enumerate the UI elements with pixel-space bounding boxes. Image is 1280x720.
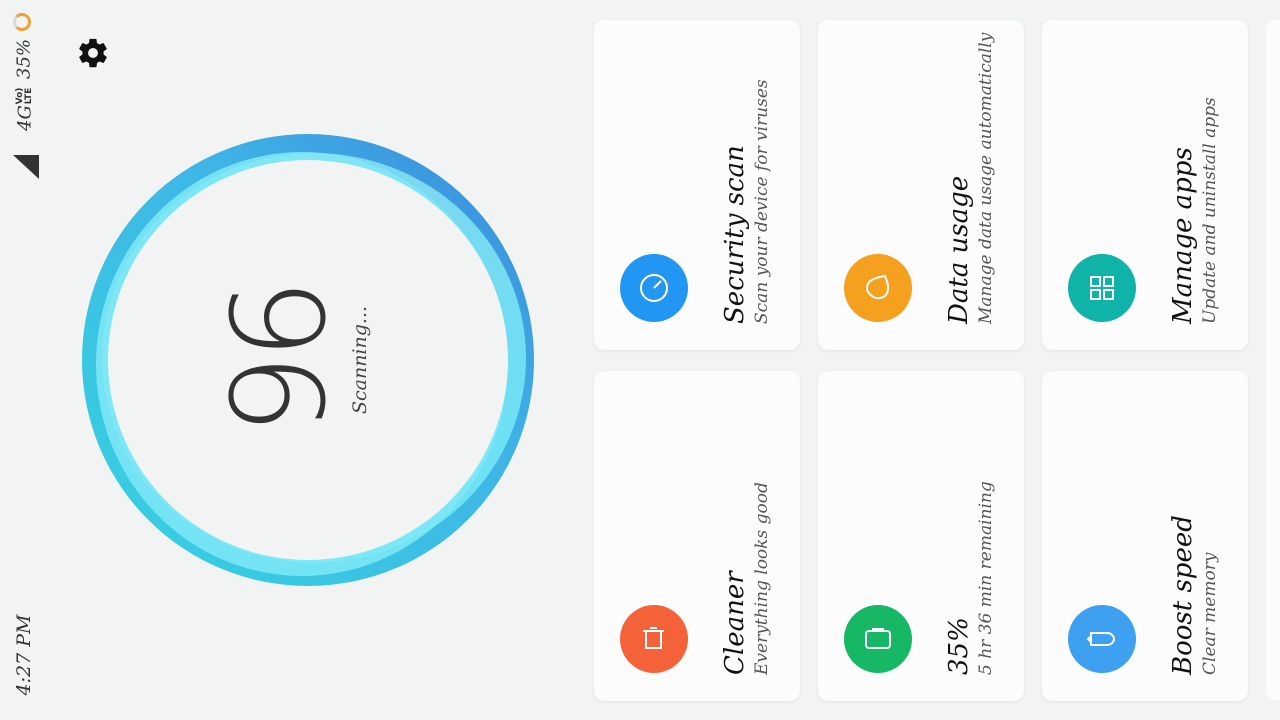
status-time: 4:27 PM xyxy=(13,614,35,696)
rocket-icon xyxy=(1068,605,1136,673)
manage-apps-card[interactable]: Manage apps Update and uninstall apps xyxy=(1042,20,1248,350)
security-scan-card[interactable]: Security scan Scan your device for virus… xyxy=(594,20,800,350)
gear-icon[interactable] xyxy=(76,36,110,70)
card-subtitle: Everything looks good xyxy=(752,482,772,675)
card-title: Boost speed xyxy=(1168,515,1198,675)
card-title: 35% xyxy=(944,617,974,675)
battery-card[interactable]: 35% 5 hr 36 min remaining xyxy=(818,371,1024,701)
card-subtitle: Scan your device for viruses xyxy=(752,79,772,324)
card-subtitle: 5 hr 36 min remaining xyxy=(976,481,996,675)
card-title: Cleaner xyxy=(720,571,750,675)
card-subtitle: Clear memory xyxy=(1200,552,1220,675)
cleaner-card[interactable]: Cleaner Everything looks good xyxy=(594,371,800,701)
gauge-icon xyxy=(620,254,688,322)
card-title: Manage apps xyxy=(1168,147,1198,324)
card-subtitle: Update and uninstall apps xyxy=(1200,97,1220,324)
grid-icon xyxy=(1068,254,1136,322)
signal-icon xyxy=(13,155,39,179)
volte-bottom: LTE xyxy=(24,87,34,105)
card-title: Security scan xyxy=(720,145,750,324)
next-page-card-edge[interactable] xyxy=(1266,20,1280,700)
volte-badge: Vo) LTE xyxy=(15,87,34,105)
battery-percent: 35% xyxy=(13,38,35,80)
boost-speed-card[interactable]: Boost speed Clear memory xyxy=(1042,371,1248,701)
network-type: 4G xyxy=(14,105,36,131)
scan-status: Scanning... xyxy=(349,305,371,415)
battery-ring-icon xyxy=(13,13,31,31)
battery-icon xyxy=(844,605,912,673)
status-bar: 35% Vo) LTE 4G 4:27 PM xyxy=(0,0,50,720)
score-value: 96 xyxy=(205,284,355,436)
card-subtitle: Manage data usage automatically xyxy=(976,32,996,324)
card-title: Data usage xyxy=(944,175,974,324)
data-usage-card[interactable]: Data usage Manage data usage automatical… xyxy=(818,20,1024,350)
trash-icon xyxy=(620,605,688,673)
drop-icon xyxy=(844,254,912,322)
